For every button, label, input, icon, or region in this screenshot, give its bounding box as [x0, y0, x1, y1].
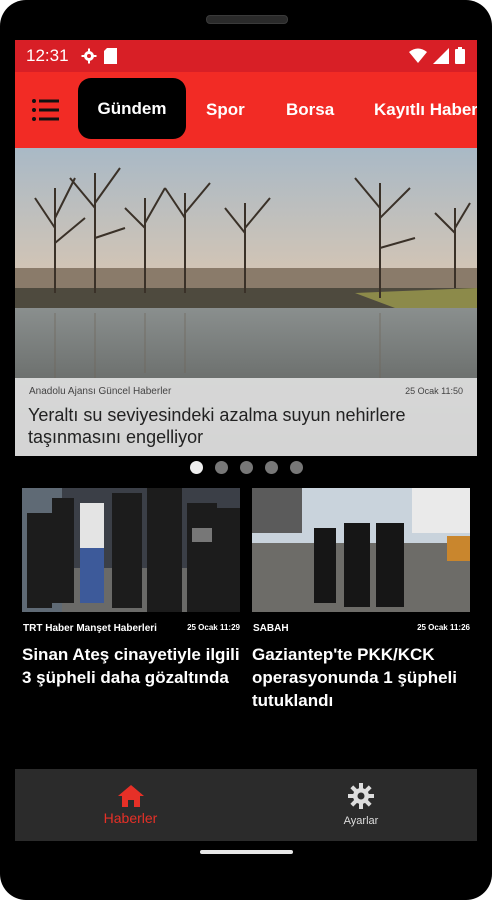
gesture-bar[interactable] — [200, 850, 293, 854]
news-card-source: SABAH — [253, 623, 289, 634]
gear-icon — [348, 783, 374, 809]
sd-card-icon — [103, 48, 117, 64]
hero-caption: Anadolu Ajansı Güncel Haberler 25 Ocak 1… — [15, 378, 477, 456]
app-screen: 12:31 Gündem Spor Borsa Kayıtlı Haber An… — [15, 40, 477, 865]
carousel-indicator — [15, 461, 477, 477]
news-card-image — [252, 488, 470, 612]
news-card-title: Sinan Ateş cinayetiyle ilgili 3 şüpheli … — [22, 645, 240, 687]
wifi-icon — [409, 48, 427, 63]
hero-source: Anadolu Ajansı Güncel Haberler — [29, 386, 172, 397]
tab-kayitli-haber[interactable]: Kayıtlı Haber — [374, 72, 477, 148]
carousel-dot[interactable] — [189, 461, 203, 474]
nav-label-haberler: Haberler — [103, 809, 158, 826]
hero-date: 25 Ocak 11:50 — [405, 386, 463, 396]
tab-gundem[interactable]: Gündem — [78, 78, 186, 139]
signal-icon — [433, 47, 449, 64]
news-card-source: TRT Haber Manşet Haberleri — [23, 623, 157, 634]
hero-title: Yeraltı su seviyesindeki azalma suyun ne… — [28, 405, 406, 447]
news-card[interactable]: SABAH 25 Ocak 11:26 Gaziantep'te PKK/KCK… — [252, 488, 470, 758]
hero-news-slide[interactable]: Anadolu Ajansı Güncel Haberler 25 Ocak 1… — [15, 148, 477, 456]
status-time: 12:31 — [26, 46, 69, 65]
tab-borsa[interactable]: Borsa — [286, 72, 334, 148]
news-card-title: Gaziantep'te PKK/KCK operasyonunda 1 şüp… — [252, 645, 457, 710]
nav-label-ayarlar: Ayarlar — [343, 815, 379, 827]
news-card[interactable]: TRT Haber Manşet Haberleri 25 Ocak 11:29… — [22, 488, 240, 758]
carousel-dot[interactable] — [239, 461, 253, 474]
phone-frame: 12:31 Gündem Spor Borsa Kayıtlı Haber An… — [0, 0, 492, 900]
carousel-dot[interactable] — [214, 461, 228, 474]
nav-ayarlar[interactable]: Ayarlar — [311, 769, 411, 841]
status-bar: 12:31 — [15, 40, 477, 72]
news-card-date: 25 Ocak 11:29 — [187, 623, 240, 632]
news-card-image — [22, 488, 240, 612]
bottom-navigation: Haberler Ayarlar — [15, 769, 477, 841]
news-card-date: 25 Ocak 11:26 — [417, 623, 470, 632]
tab-spor[interactable]: Spor — [206, 72, 245, 148]
app-bar: Gündem Spor Borsa Kayıtlı Haber — [15, 72, 477, 148]
home-icon — [117, 784, 144, 807]
battery-icon — [455, 47, 465, 64]
speaker-grille — [206, 15, 288, 24]
settings-status-icon — [81, 48, 97, 64]
carousel-dot[interactable] — [264, 461, 278, 474]
carousel-dot[interactable] — [289, 461, 303, 474]
menu-icon[interactable] — [30, 97, 64, 123]
nav-haberler[interactable]: Haberler — [78, 769, 183, 841]
